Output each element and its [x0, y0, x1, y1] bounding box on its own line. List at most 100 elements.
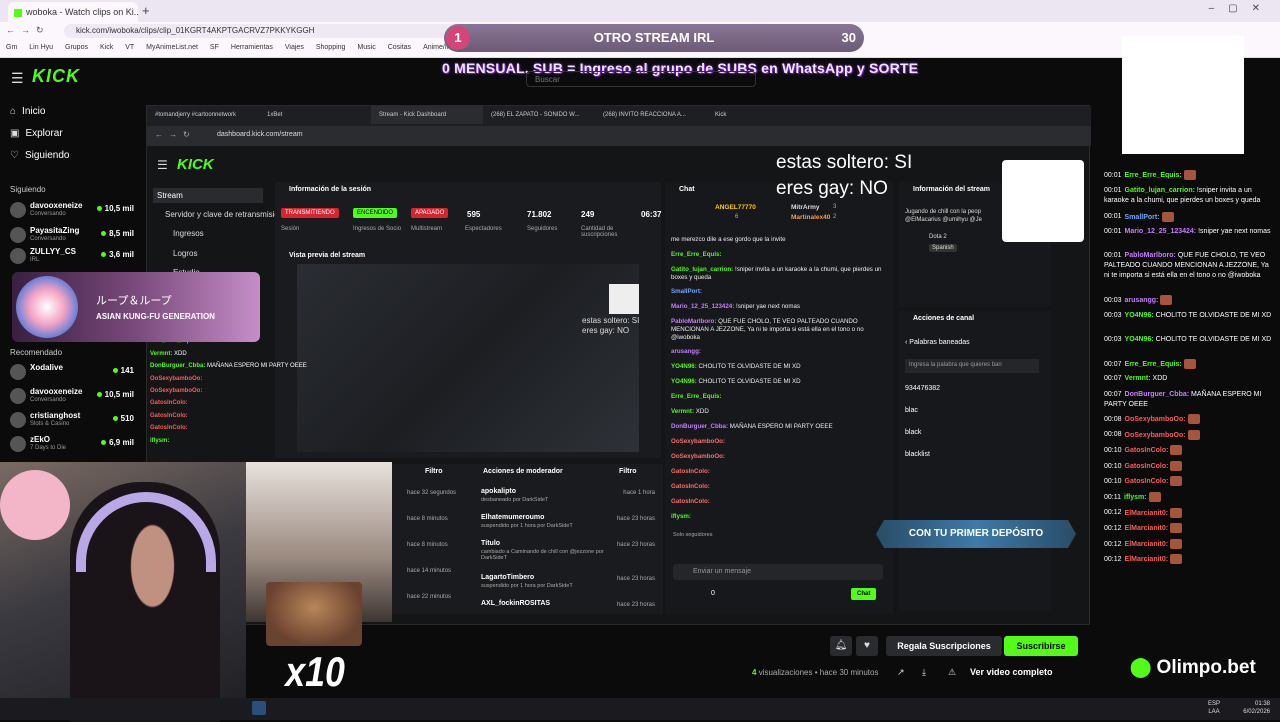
chat-username[interactable]: YO4N96: — [671, 363, 697, 370]
emote-icon — [1170, 476, 1183, 487]
banned-words-title[interactable]: ‹ Palabras baneadas — [905, 339, 970, 346]
mod-action-row[interactable]: LagartoTimbero suspendido por 1 hora por … — [481, 574, 573, 589]
chat-username[interactable]: SmallPort: — [671, 288, 702, 295]
kick-logo[interactable]: KICK — [32, 66, 80, 87]
mod-action-row[interactable]: apokalipto desbaneado por DarkSideT — [481, 488, 548, 503]
inner-tab[interactable]: (268) INVITO REACCIONA A... — [595, 106, 707, 124]
chat-timestamp: 00:01 — [1104, 186, 1122, 194]
chat-username[interactable]: DonBurguer_Cbba: — [671, 423, 728, 430]
chat-timestamp: 00:01 — [1104, 228, 1122, 236]
channel-category: IRL — [30, 257, 40, 263]
chat-input[interactable]: Enviar un mensaje — [673, 564, 883, 580]
filter-label[interactable]: Filtro — [425, 468, 443, 475]
chat-username[interactable]: GatosInColo: — [671, 468, 710, 475]
gift-subs-button[interactable]: Regala Suscripciones — [886, 636, 1002, 656]
chat-username: iflysm: — [1124, 493, 1147, 501]
chat-message: 00:08 OoSexybamboOo: — [1104, 414, 1274, 425]
webcam-feed — [0, 462, 246, 722]
channel-category: Conversando — [30, 211, 66, 217]
inner-tab[interactable]: #tomandjerry #cartoonnetwork — [147, 106, 259, 124]
dash-nav-stream[interactable]: Stream — [153, 188, 263, 203]
bookmark-item[interactable]: VT — [125, 44, 134, 51]
nav-buttons[interactable]: ←→↻ — [6, 25, 50, 36]
chat-send-button[interactable]: Chat — [851, 588, 877, 600]
chat-text: CHOLITO TE OLVIDASTE DE MI XD — [698, 363, 801, 370]
dash-nav-server-key[interactable]: Servidor y clave de retransmisión — [165, 210, 283, 219]
download-icon[interactable]: ⤓ — [922, 667, 926, 678]
bookmark-item[interactable]: Kick — [100, 44, 113, 51]
bookmark-item[interactable]: Cositas — [388, 44, 411, 51]
chat-username[interactable]: Vermnt: — [671, 408, 694, 415]
chat-username[interactable]: iflysm: — [671, 513, 691, 520]
chat-username[interactable]: Erre_Erre_Equis: — [671, 251, 722, 258]
bookmark-item[interactable]: Herramientas — [231, 44, 273, 51]
nav-inicio[interactable]: ⌂ Inicio — [10, 106, 45, 117]
inner-tab[interactable]: 1xBet — [259, 106, 371, 124]
bookmark-item[interactable]: SF — [210, 44, 219, 51]
chat-username[interactable]: OoSexybamboOo: — [671, 453, 725, 460]
inner-address-bar: ←→↻ dashboard.kick.com/stream — [147, 126, 1091, 146]
system-clock[interactable]: 01:38 6/02/2026 — [1243, 700, 1270, 716]
stream-preview-video[interactable]: estas soltero: SI eres gay: NO — [297, 264, 639, 452]
sidebar-channel[interactable]: davooxeneize Conversando 10,5 mil — [10, 386, 134, 406]
nav-explorar[interactable]: ▣ Explorar — [10, 128, 63, 139]
chat-message: 00:01 Mario_12_25_123424: !sniper yae nex… — [1104, 227, 1274, 237]
language-indicator[interactable]: ESP LAA — [1208, 700, 1220, 716]
inner-kick-logo[interactable]: KICK — [177, 156, 214, 173]
bookmark-item[interactable]: Lin Hyu — [29, 44, 53, 51]
mod-action-row[interactable]: AXL_fockinROSITAS — [481, 600, 550, 607]
nav-siguiendo[interactable]: ♡ Siguiendo — [10, 150, 69, 161]
new-tab-button[interactable]: + — [142, 3, 150, 18]
chat-username[interactable]: arusangg: — [671, 348, 701, 355]
chat-message: 00:07 DonBurguer_Cbba: MAÑANA ESPERO MI P… — [1104, 390, 1274, 410]
sidebar-channel[interactable]: Xodalive 141 — [10, 362, 134, 382]
inner-url-field[interactable]: dashboard.kick.com/stream — [217, 131, 303, 138]
sidebar-channel[interactable]: davooxeneize Conversando 10,5 mil — [10, 200, 134, 220]
bookmark-item[interactable]: Grupos — [65, 44, 88, 51]
steam-taskbar-icon[interactable] — [252, 701, 266, 715]
chat-username[interactable]: YO4N96: — [671, 378, 697, 385]
inner-nav-buttons[interactable]: ←→↻ — [155, 130, 196, 139]
dash-nav-logros[interactable]: Logros — [173, 249, 197, 258]
inner-tab[interactable]: (268) EL ZAPATO - SONIDO W... — [483, 106, 595, 124]
search-input[interactable]: Buscar — [526, 71, 756, 87]
dash-nav-ingresos[interactable]: Ingresos — [173, 229, 204, 238]
inner-tab[interactable]: Stream - Kick Dashboard — [371, 106, 483, 124]
heart-icon[interactable]: ♥ — [856, 636, 878, 656]
full-video-link[interactable]: Ver video completo — [970, 664, 1080, 682]
channel-name: zEkO — [30, 435, 51, 444]
sidebar-channel[interactable]: ZULLYY_CS IRL 3,6 mil — [10, 246, 134, 266]
bookmark-item[interactable]: Music — [357, 44, 375, 51]
chat-username[interactable]: PabloMarlboro: — [671, 318, 716, 325]
session-title: Información de la sesión — [289, 186, 372, 193]
chat-username[interactable]: Gatito_lujan_carrion: — [671, 266, 733, 273]
chat-username[interactable]: OoSexybamboOo: — [671, 438, 725, 445]
subscribe-button[interactable]: Suscribirse — [1004, 636, 1078, 656]
inner-menu-icon[interactable]: ☰ — [157, 158, 168, 172]
bookmark-item[interactable]: MyAnimeList.net — [146, 44, 198, 51]
sidebar-channel[interactable]: cristianghost Slots & Casino 510 — [10, 410, 134, 430]
chat-username[interactable]: GatosInColo: — [671, 498, 710, 505]
menu-icon[interactable]: ☰ — [11, 70, 24, 87]
mod-action-row[interactable]: Elhatemumeroumo suspendido por 1 hora por… — [481, 514, 573, 529]
bookmark-item[interactable]: Viajes — [285, 44, 304, 51]
sidebar-channel[interactable]: zEkO 7 Days to Die 6,9 mil — [10, 434, 134, 454]
report-icon[interactable]: ⚠ — [948, 667, 956, 678]
chat-message: 00:07 Vermnt: XDD — [1104, 374, 1274, 384]
chat-username[interactable]: Erre_Erre_Equis: — [671, 393, 722, 400]
share-icon[interactable]: ↗ — [897, 667, 905, 678]
sidebar-channel[interactable]: PayasitaZing Conversando 8,5 mil — [10, 225, 134, 245]
mod-action-row[interactable]: Título cambiado a Caminando de chill con … — [481, 540, 631, 561]
chat-username[interactable]: GatosInColo: — [671, 483, 710, 490]
bell-icon[interactable]: 🔔︎ — [830, 636, 852, 656]
explore-icon: ▣ — [10, 128, 20, 139]
filter-label[interactable]: Filtro — [619, 468, 637, 475]
browser-tab[interactable]: woboka - Watch clips on Ki... — [8, 2, 138, 22]
window-controls[interactable]: –▢✕ — [1209, 3, 1274, 14]
banned-word-input[interactable]: Ingresa la palabra que quieres ban — [905, 359, 1039, 373]
chat-timestamp: 00:12 — [1104, 525, 1122, 533]
chat-username[interactable]: Mario_12_25_123424: — [671, 303, 734, 310]
bookmark-item[interactable]: Shopping — [316, 44, 346, 51]
bookmark-item[interactable]: Gm — [6, 44, 17, 51]
inner-tab[interactable]: Kick — [707, 106, 819, 124]
